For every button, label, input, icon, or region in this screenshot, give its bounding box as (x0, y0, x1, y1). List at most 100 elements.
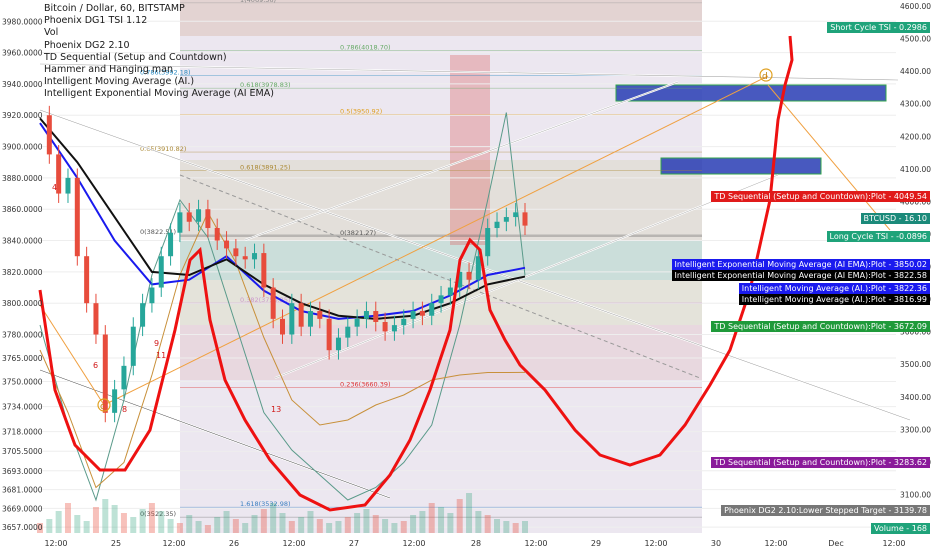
right-axis-tick-label: 4600.00 (900, 2, 931, 11)
left-axis-tick-label: 3669.0000 (2, 504, 43, 513)
fib-level-label: 0.5(3950.92) (340, 107, 382, 115)
right-axis-tick-label: 4500.00 (900, 35, 931, 44)
volume-bar (307, 511, 314, 533)
x-axis-tick-label: 12:00 (882, 539, 905, 548)
volume-bar (55, 511, 62, 533)
left-axis-tick-label: 3880.0000 (2, 174, 43, 183)
fib-zone-green (180, 240, 702, 280)
candle-body (326, 318, 332, 351)
volume-bar (279, 513, 286, 533)
volume-bar (288, 521, 295, 533)
volume-bar (400, 521, 407, 533)
candle-body (280, 318, 285, 335)
price-tag: TD Sequential (Setup and Countdown):Plot… (711, 321, 930, 332)
candle-body (93, 303, 99, 335)
volume-bar (102, 499, 109, 533)
td-count-label: 11 (156, 351, 166, 360)
left-axis-tick-label: 3718.0000 (2, 428, 43, 437)
candle-body (363, 311, 369, 319)
x-axis-tick-label: 12:00 (764, 539, 787, 548)
price-tag: Intelligent Moving Average (AI.):Plot - … (738, 283, 930, 294)
fib-level-label: 0.786(4018.70) (340, 44, 391, 52)
candle-body (513, 212, 519, 218)
price-tag: BTCUSD - 16.10 (860, 213, 930, 224)
volume-bar (64, 503, 71, 533)
right-axis-tick-label: 4100.00 (900, 165, 931, 174)
candle-body (447, 287, 453, 296)
volume-bar (270, 503, 277, 533)
price-tag: Phoenix DG2 2.10:Lower Stepped Target - … (721, 505, 930, 516)
volume-bar (382, 519, 389, 533)
left-axis-tick-label: 3693.0000 (2, 467, 43, 476)
volume-bar (223, 511, 230, 533)
candle-body (130, 326, 136, 366)
volume-bar (484, 515, 491, 533)
legend-item[interactable]: Hammer and Hanging man (44, 64, 274, 76)
volume-bar (494, 519, 501, 533)
volume-bar (326, 523, 333, 533)
candle-body (214, 228, 220, 241)
left-axis-tick-label: 3940.0000 (2, 80, 43, 89)
volume-bar (438, 507, 445, 533)
volume-bar (260, 509, 267, 533)
fib-level-label: 0(3821.27) (340, 229, 376, 237)
price-tag: Volume - 168 (871, 523, 930, 534)
candle-body (177, 212, 183, 233)
x-axis-tick-label: 12:00 (644, 539, 667, 548)
candle-body (158, 256, 164, 288)
x-axis-tick-label: 30 (711, 539, 721, 548)
right-axis-tick-label: 3100.00 (900, 490, 931, 499)
legend-item[interactable]: Vol (44, 27, 274, 39)
x-axis-tick-label: 26 (229, 539, 239, 548)
right-axis-tick-label: 4300.00 (900, 100, 931, 109)
chart-legend: Bitcoin / Dollar, 60, BITSTAMP Phoenix D… (44, 3, 274, 101)
volume-bar (195, 521, 202, 533)
x-axis-tick-label: 12:00 (44, 539, 67, 548)
legend-item[interactable]: Phoenix DG1 TSI 1.12 (44, 15, 274, 27)
volume-bar (186, 515, 193, 533)
left-axis-tick-label: 3900.0000 (2, 143, 43, 152)
price-tag: Intelligent Moving Average (AI.):Plot - … (738, 294, 930, 305)
volume-bar (74, 515, 81, 533)
target-box-upper (615, 84, 887, 102)
volume-bar (214, 517, 221, 533)
candle-body (466, 271, 472, 280)
candle-body (503, 217, 509, 222)
volume-bar (344, 517, 351, 533)
candle-body (317, 311, 323, 319)
candle-body (224, 240, 230, 249)
x-axis-tick-label: 28 (471, 539, 481, 548)
candle-body (438, 295, 444, 304)
candle-body (373, 311, 379, 322)
price-tag: TD Sequential (Setup and Countdown):Plot… (711, 191, 930, 202)
candle-body (335, 337, 341, 351)
left-axis-tick-label: 3980.0000 (2, 17, 43, 26)
legend-item[interactable]: TD Sequential (Setup and Countdown) (44, 52, 274, 64)
legend-item[interactable]: Intelligent Moving Average (AI.) (44, 76, 274, 88)
fib-level-label: 0.618(3891.25) (240, 163, 291, 171)
candle-body (186, 212, 192, 222)
candle-body (419, 311, 425, 316)
volume-bar (232, 519, 239, 533)
candle-body (494, 221, 500, 229)
candle-body (345, 326, 351, 338)
legend-item[interactable]: Phoenix DG2 2.10 (44, 40, 274, 52)
volume-bar (242, 523, 249, 533)
left-axis-tick-label: 3920.0000 (2, 111, 43, 120)
candle-body (354, 318, 360, 327)
volume-bar (298, 517, 305, 533)
volume-bar (391, 523, 398, 533)
left-axis-tick-label: 3765.0000 (2, 354, 43, 363)
x-axis-tick-label: 29 (591, 539, 601, 548)
legend-item[interactable]: Intelligent Exponential Moving Average (… (44, 88, 274, 100)
td-count-label: 13 (271, 405, 281, 414)
left-axis-tick-label: 3705.5000 (2, 447, 43, 456)
left-axis-tick-label: 3960.0000 (2, 49, 43, 58)
volume-bar (466, 493, 473, 533)
candle-body (401, 318, 407, 326)
candle-body (168, 232, 174, 257)
volume-bar (456, 499, 463, 533)
candle-body (270, 287, 276, 319)
volume-bar (475, 511, 482, 533)
td-count-label: 4 (52, 183, 57, 192)
